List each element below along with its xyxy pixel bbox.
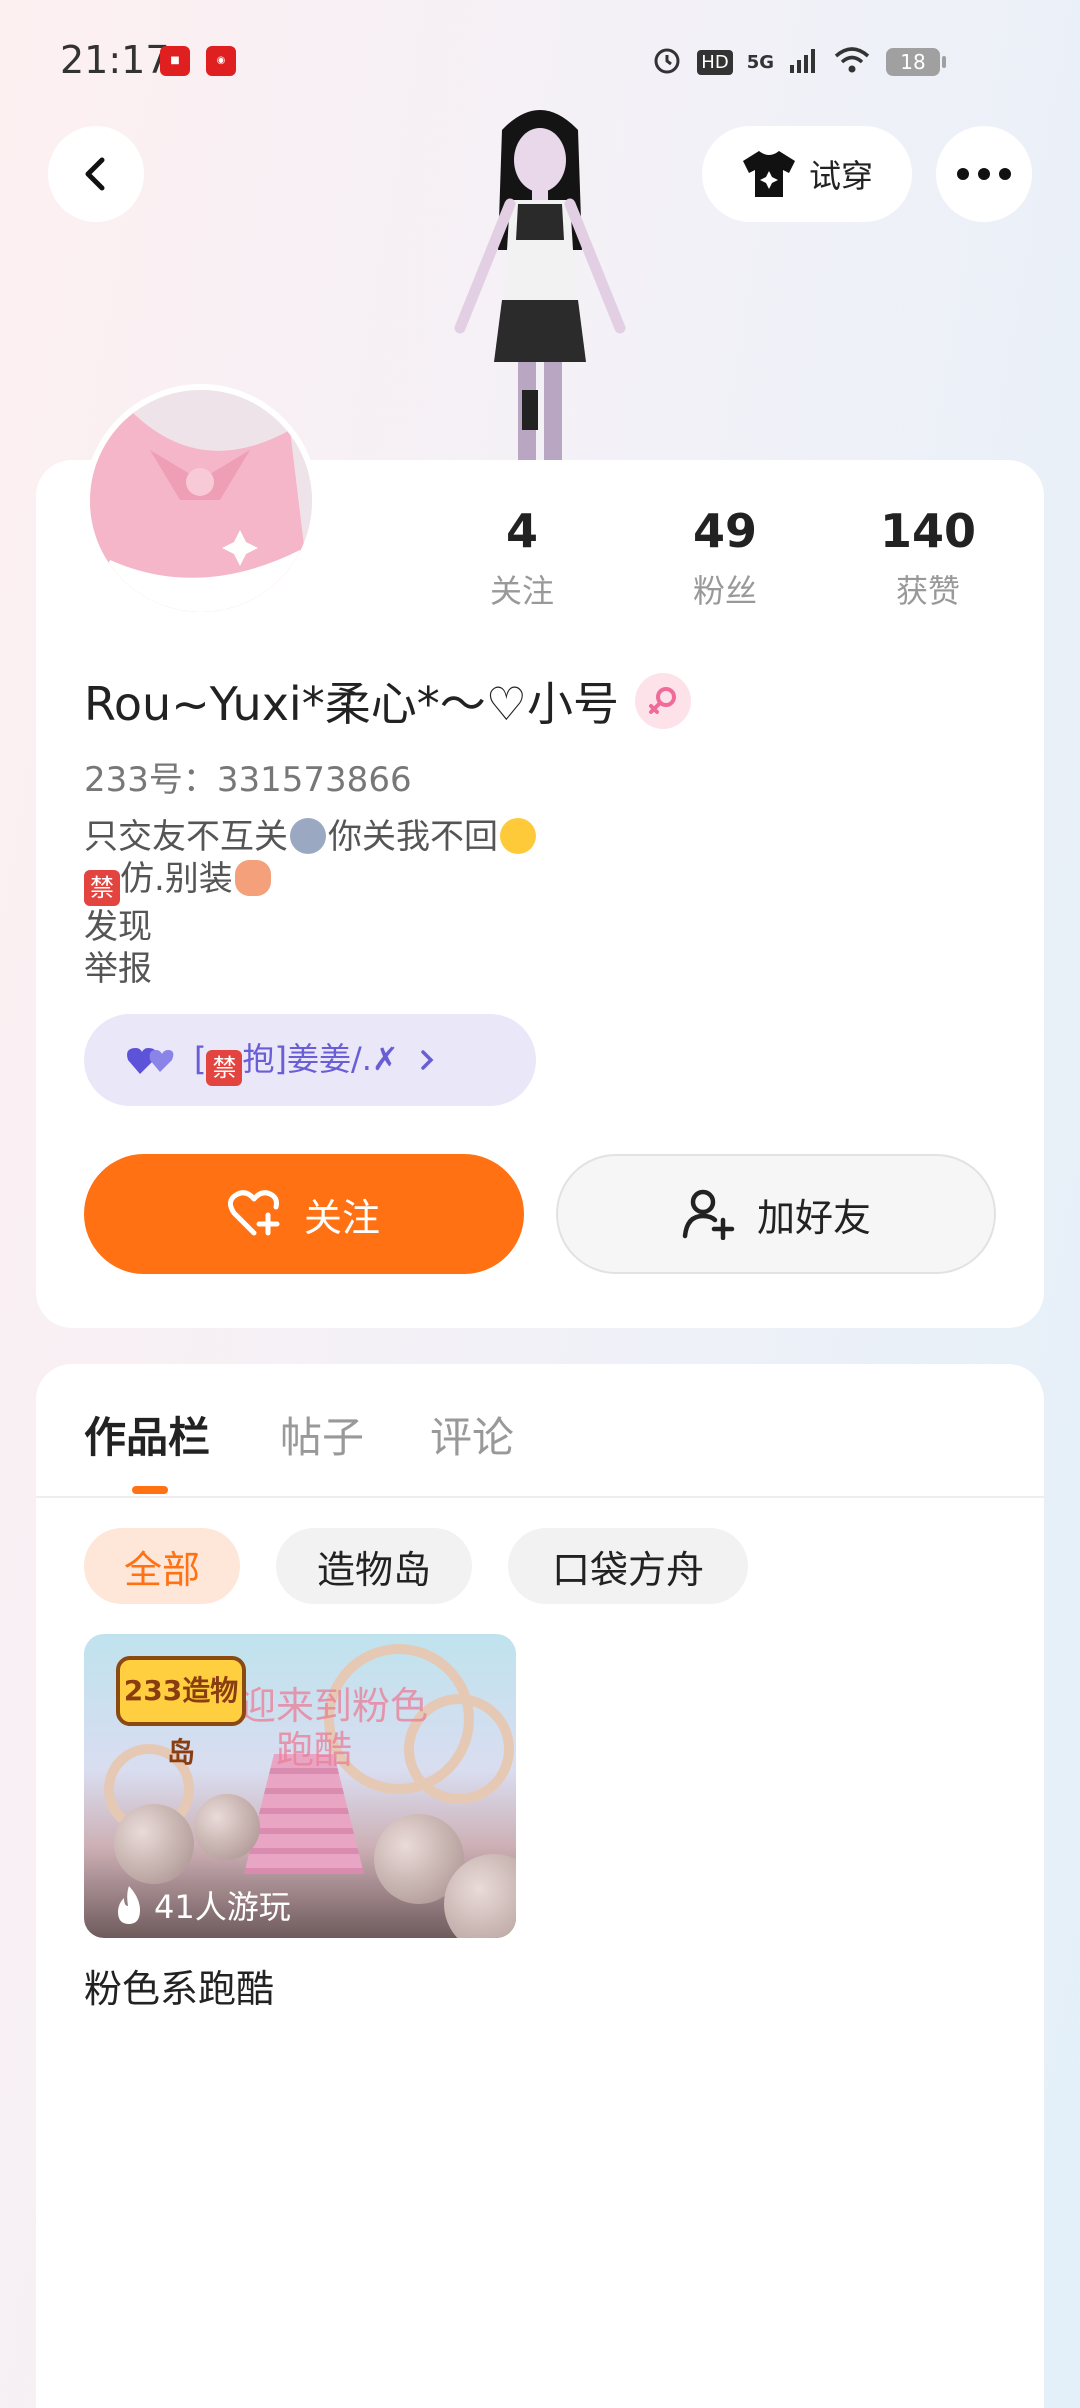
- signal-icon: [788, 47, 820, 77]
- play-count: 41人游玩: [112, 1882, 291, 1928]
- network-icon: 5G: [746, 51, 774, 73]
- more-button[interactable]: [936, 126, 1032, 222]
- profile-bio: 只交友不互关 你关我不回 禁仿.别装 发现 举报: [84, 816, 538, 990]
- follow-button[interactable]: 关注: [84, 1154, 524, 1274]
- stat-label: 关注: [489, 572, 554, 610]
- tab-comments[interactable]: 评论: [430, 1404, 514, 1465]
- chevron-left-icon: [85, 157, 105, 191]
- app-notification-icon: ■: [160, 46, 190, 76]
- stat-value: 4: [505, 504, 538, 558]
- music-notification-icon: ◉: [206, 46, 236, 76]
- try-on-button[interactable]: 试穿: [702, 126, 912, 222]
- bio-line: 举报: [84, 949, 152, 989]
- tabs-divider: [36, 1496, 1044, 1498]
- cover-decoration: [114, 1804, 194, 1884]
- bio-text: 仿.别装: [120, 859, 233, 899]
- filter-all[interactable]: 全部: [84, 1528, 240, 1604]
- stat-value: 49: [692, 504, 757, 558]
- prohibited-emoji-icon: 禁: [84, 870, 120, 906]
- add-friend-label: 加好友: [756, 1195, 871, 1240]
- tshirt-icon: [742, 151, 795, 197]
- sweat-smile-emoji-icon: [500, 818, 536, 854]
- bio-text: 你关我不回: [328, 817, 498, 857]
- tab-works[interactable]: 作品栏: [84, 1404, 210, 1465]
- alarm-icon: [651, 44, 683, 80]
- battery-icon: 18: [886, 48, 946, 76]
- active-tab-indicator: [132, 1486, 168, 1494]
- game-platform-logo: 233造物岛: [116, 1656, 246, 1769]
- female-gender-icon: [634, 673, 691, 729]
- cover-decoration: [194, 1794, 260, 1860]
- hearts-icon: [127, 1048, 174, 1074]
- bio-text: 只交友不互关: [84, 817, 288, 857]
- heart-plus-icon: [227, 1190, 280, 1236]
- hd-icon: HD: [697, 49, 733, 75]
- avatar-character-model[interactable]: [440, 100, 640, 460]
- follow-label: 关注: [303, 1195, 380, 1240]
- bio-line: 禁仿.别装: [84, 858, 538, 906]
- bio-line: 发现: [84, 907, 152, 947]
- wifi-icon: [834, 46, 870, 78]
- chevron-right-icon: [421, 1050, 434, 1070]
- filter-pocket-ark[interactable]: 口袋方舟: [508, 1528, 748, 1604]
- stat-likes[interactable]: 140 获赞: [848, 504, 1008, 612]
- nickname-text: Rou~Yuxi*柔心*～♡小号: [84, 677, 619, 731]
- status-icons: HD 5G: [651, 44, 870, 80]
- user-id[interactable]: 233号：331573866: [84, 752, 412, 801]
- content-tabs: 作品栏 帖子 评论: [0, 1404, 1080, 1494]
- avatar-image: [90, 390, 312, 612]
- try-on-label: 试穿: [808, 157, 873, 195]
- stat-fans[interactable]: 49 粉丝: [645, 504, 805, 612]
- filter-creation-island[interactable]: 造物岛: [276, 1528, 472, 1604]
- bio-line: 只交友不互关 你关我不回: [84, 816, 538, 858]
- stat-value: 140: [879, 504, 977, 558]
- stat-label: 获赞: [895, 572, 960, 610]
- tab-posts[interactable]: 帖子: [280, 1404, 364, 1465]
- stat-following[interactable]: 4 关注: [442, 504, 602, 612]
- stat-label: 粉丝: [692, 572, 757, 610]
- profile-nickname: Rou~Yuxi*柔心*～♡小号: [84, 668, 691, 734]
- prohibited-emoji-icon: 禁: [206, 1050, 243, 1086]
- work-title[interactable]: 粉色系跑酷: [84, 1958, 274, 2013]
- add-user-icon: [682, 1189, 735, 1240]
- work-cover[interactable]: 欢迎来到粉色跑酷 233造物岛 41人游玩: [84, 1634, 516, 1938]
- relationship-pill[interactable]: [禁抱]姜姜/.✗: [84, 1014, 536, 1106]
- moon-face-emoji-icon: [290, 818, 326, 854]
- play-count-text: 41人游玩: [154, 1888, 291, 1926]
- status-time: 21:17: [60, 38, 170, 82]
- more-dots-icon: [957, 168, 1011, 180]
- pill-label: [禁抱]姜姜/.✗: [194, 1034, 399, 1086]
- flame-icon: [118, 1886, 140, 1924]
- back-button[interactable]: [48, 126, 144, 222]
- shrimp-emoji-icon: [234, 860, 271, 896]
- avatar[interactable]: [84, 384, 318, 618]
- add-friend-button[interactable]: 加好友: [556, 1154, 996, 1274]
